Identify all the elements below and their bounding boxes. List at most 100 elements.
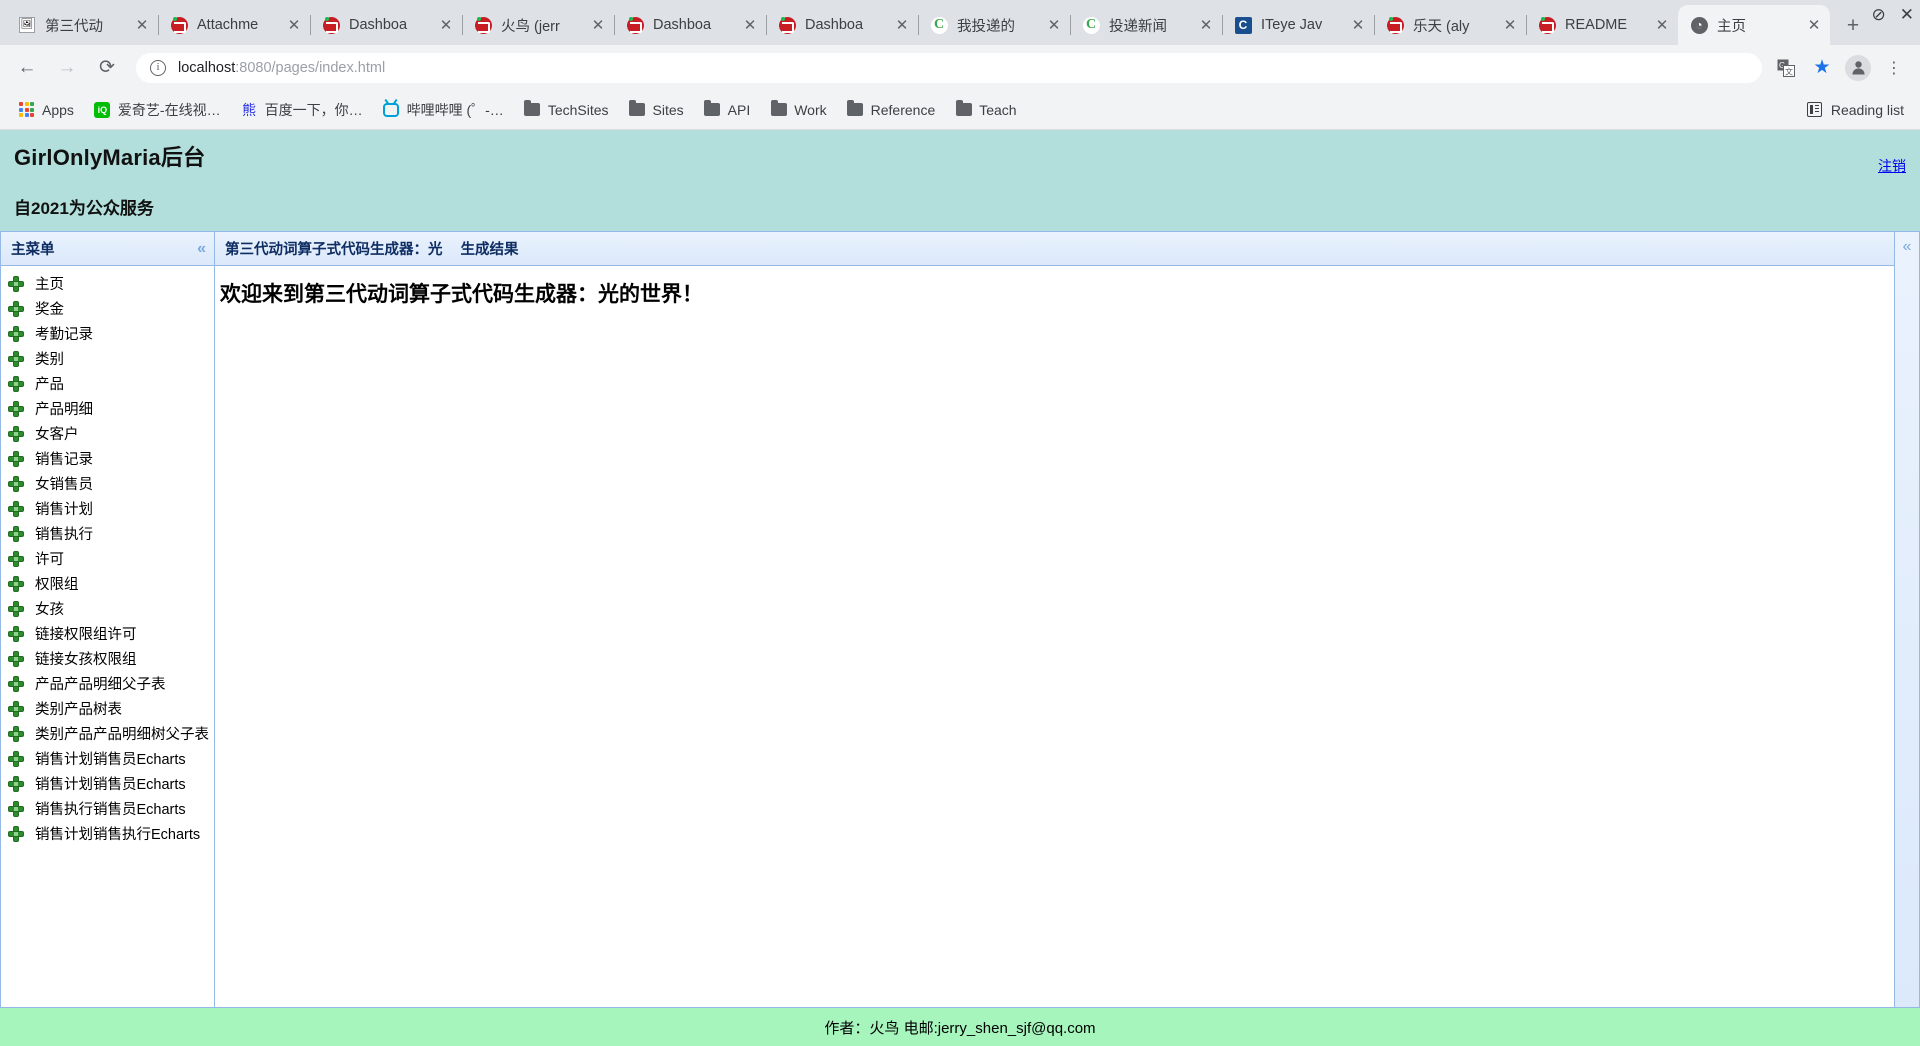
browser-tab[interactable]: Dashboa✕ xyxy=(310,5,462,45)
sidebar-item[interactable]: 女客户 xyxy=(1,421,214,446)
content-tab[interactable]: 生成结果 xyxy=(461,238,519,259)
sidebar-item[interactable]: 产品明细 xyxy=(1,396,214,421)
sidebar-item[interactable]: 类别 xyxy=(1,346,214,371)
browser-tab[interactable]: 🖼第三代动✕ xyxy=(6,5,158,45)
sidebar-item[interactable]: 销售计划销售员Echarts xyxy=(1,771,214,796)
browser-tab[interactable]: Dashboa✕ xyxy=(614,5,766,45)
sidebar-item-label: 类别产品树表 xyxy=(35,698,122,719)
reading-list-icon xyxy=(1807,102,1822,117)
logout-link[interactable]: 注销 xyxy=(1878,156,1906,176)
browser-tab[interactable]: 火鸟 (jerr✕ xyxy=(462,5,614,45)
tab-close-icon[interactable]: ✕ xyxy=(1348,15,1368,35)
browser-menu-icon[interactable]: ⋮ xyxy=(1878,52,1910,84)
browser-tab[interactable]: Dashboa✕ xyxy=(766,5,918,45)
tab-label: Attachme xyxy=(197,17,284,33)
browser-tab[interactable]: ◔主页✕ xyxy=(1678,5,1830,45)
sidebar-item-label: 类别 xyxy=(35,348,64,369)
sidebar-item[interactable]: 销售记录 xyxy=(1,446,214,471)
right-collapse-button[interactable]: « xyxy=(1895,231,1920,1008)
bookmark-item[interactable]: 哔哩哔哩 (゜-… xyxy=(375,96,512,124)
browser-tab[interactable]: README✕ xyxy=(1526,5,1678,45)
sidebar-item[interactable]: 权限组 xyxy=(1,571,214,596)
bookmark-item[interactable]: API xyxy=(696,96,759,124)
bookmark-item[interactable]: Work xyxy=(762,96,834,124)
tab-label: 投递新闻 xyxy=(1109,15,1196,36)
browser-tab[interactable]: CITeye Jav✕ xyxy=(1222,5,1374,45)
sidebar-item[interactable]: 链接女孩权限组 xyxy=(1,646,214,671)
reading-list-button[interactable]: Reading list xyxy=(1807,102,1910,118)
plus-icon xyxy=(8,651,24,667)
sidebar-item[interactable]: 类别产品产品明细树父子表 xyxy=(1,721,214,746)
tab-close-icon[interactable]: ✕ xyxy=(740,15,760,35)
sidebar-item[interactable]: 销售计划销售执行Echarts xyxy=(1,821,214,846)
sidebar-item-label: 女孩 xyxy=(35,598,64,619)
tab-close-icon[interactable]: ✕ xyxy=(436,15,456,35)
browser-tab[interactable]: 乐天 (aly✕ xyxy=(1374,5,1526,45)
sidebar-item[interactable]: 奖金 xyxy=(1,296,214,321)
tab-close-icon[interactable]: ✕ xyxy=(1044,15,1064,35)
bookmark-item[interactable]: TechSites xyxy=(516,96,617,124)
sidebar-header: 主菜单 « xyxy=(1,232,214,266)
browser-tab[interactable]: Attachme✕ xyxy=(158,5,310,45)
gitee-icon xyxy=(474,16,492,34)
browser-tab[interactable]: C投递新闻✕ xyxy=(1070,5,1222,45)
apps-shortcut[interactable]: Apps xyxy=(10,96,82,124)
tab-close-icon[interactable]: ✕ xyxy=(1196,15,1216,35)
sidebar-item[interactable]: 类别产品树表 xyxy=(1,696,214,721)
sidebar-item[interactable]: 销售计划销售员Echarts xyxy=(1,746,214,771)
bookmark-item[interactable]: Sites xyxy=(621,96,692,124)
sidebar-item[interactable]: 考勤记录 xyxy=(1,321,214,346)
bookmark-item[interactable]: Reference xyxy=(839,96,944,124)
sidebar-item[interactable]: 主页 xyxy=(1,271,214,296)
plus-icon xyxy=(8,751,24,767)
sidebar-item-label: 销售计划销售执行Echarts xyxy=(35,823,200,844)
tab-close-icon[interactable]: ✕ xyxy=(132,15,152,35)
sidebar-item[interactable]: 销售执行 xyxy=(1,521,214,546)
sidebar-item[interactable]: 销售计划 xyxy=(1,496,214,521)
forward-button[interactable]: → xyxy=(50,51,84,85)
reload-button[interactable]: ⟳ xyxy=(90,51,124,85)
sidebar-item-label: 产品 xyxy=(35,373,64,394)
bookmark-star-icon[interactable]: ★ xyxy=(1806,52,1838,84)
bookmark-item[interactable]: 熊百度一下，你… xyxy=(233,96,371,124)
address-bar[interactable]: i localhost:8080/pages/index.html xyxy=(136,53,1762,83)
sidebar-item[interactable]: 女销售员 xyxy=(1,471,214,496)
window-minimize-icon[interactable]: ⊘ xyxy=(1872,6,1886,23)
tab-close-icon[interactable]: ✕ xyxy=(284,15,304,35)
sidebar-item[interactable]: 许可 xyxy=(1,546,214,571)
bookmark-label: Work xyxy=(794,102,826,118)
tab-close-icon[interactable]: ✕ xyxy=(1652,15,1672,35)
tab-label: Dashboa xyxy=(653,17,740,33)
content-panel: 第三代动词算子式代码生成器：光生成结果 欢迎来到第三代动词算子式代码生成器：光的… xyxy=(215,231,1895,1008)
sidebar-item[interactable]: 销售执行销售员Echarts xyxy=(1,796,214,821)
plus-icon xyxy=(8,551,24,567)
tab-close-icon[interactable]: ✕ xyxy=(892,15,912,35)
sidebar-item[interactable]: 产品 xyxy=(1,371,214,396)
plus-icon xyxy=(8,426,24,442)
bookmark-item[interactable]: Teach xyxy=(947,96,1024,124)
new-tab-button[interactable]: + xyxy=(1836,8,1870,42)
tab-close-icon[interactable]: ✕ xyxy=(1804,15,1824,35)
site-info-icon[interactable]: i xyxy=(150,60,166,76)
svg-text:文: 文 xyxy=(1785,66,1793,76)
tab-close-icon[interactable]: ✕ xyxy=(588,15,608,35)
browser-tab[interactable]: C我投递的✕ xyxy=(918,5,1070,45)
tab-close-icon[interactable]: ✕ xyxy=(1500,15,1520,35)
plus-icon xyxy=(8,351,24,367)
sidebar-item[interactable]: 女孩 xyxy=(1,596,214,621)
tab-label: 主页 xyxy=(1717,15,1804,36)
translate-icon[interactable]: G文 xyxy=(1770,52,1802,84)
sidebar-item-label: 类别产品产品明细树父子表 xyxy=(35,723,209,744)
bookmark-label: 哔哩哔哩 (゜-… xyxy=(407,100,504,120)
content-tab[interactable]: 第三代动词算子式代码生成器：光 xyxy=(225,238,443,259)
plus-icon xyxy=(8,451,24,467)
bookmark-label: Sites xyxy=(653,102,684,118)
back-button[interactable]: ← xyxy=(10,51,44,85)
sidebar-item[interactable]: 链接权限组许可 xyxy=(1,621,214,646)
sidebar-collapse-icon[interactable]: « xyxy=(197,241,206,257)
bookmark-item[interactable]: iQ爱奇艺-在线视… xyxy=(86,96,229,124)
sidebar-item[interactable]: 产品产品明细父子表 xyxy=(1,671,214,696)
profile-avatar[interactable] xyxy=(1842,52,1874,84)
tab-label: 乐天 (aly xyxy=(1413,15,1500,36)
window-close-icon[interactable]: ✕ xyxy=(1900,6,1914,23)
